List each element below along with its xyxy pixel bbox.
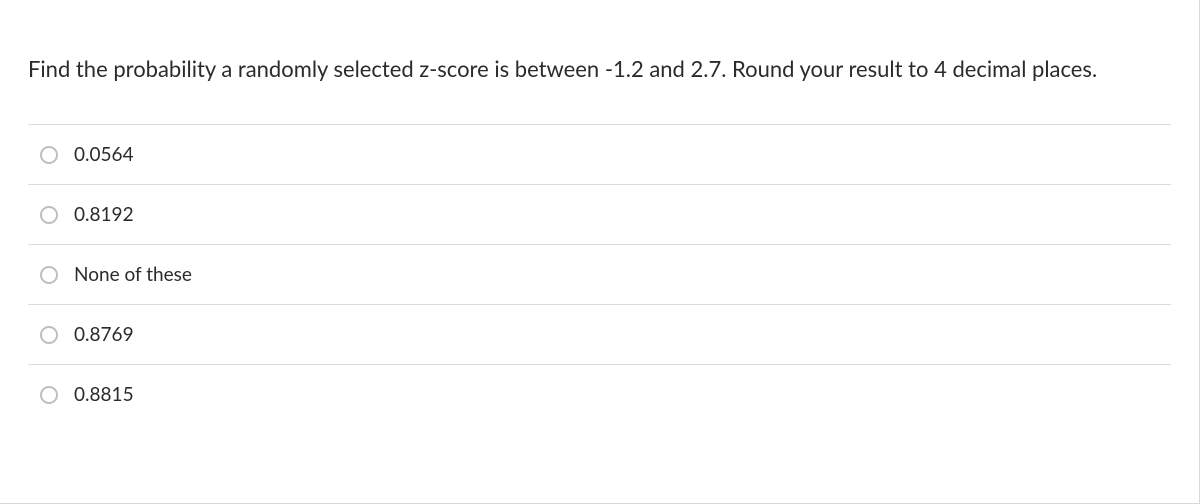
- options-list: 0.0564 0.8192 None of these 0.8769 0.881…: [28, 124, 1171, 424]
- option-row[interactable]: 0.8769: [28, 305, 1171, 365]
- radio-icon: [40, 266, 58, 284]
- radio-icon: [40, 386, 58, 404]
- radio-icon: [40, 146, 58, 164]
- option-row[interactable]: 0.8192: [28, 185, 1171, 245]
- question-container: Find the probability a randomly selected…: [0, 0, 1199, 424]
- option-label: 0.8769: [74, 323, 134, 346]
- option-row[interactable]: 0.0564: [28, 125, 1171, 185]
- option-label: None of these: [74, 263, 192, 286]
- option-label: 0.8815: [74, 383, 134, 406]
- option-row[interactable]: 0.8815: [28, 365, 1171, 424]
- option-label: 0.0564: [74, 143, 134, 166]
- question-text: Find the probability a randomly selected…: [28, 52, 1171, 86]
- radio-icon: [40, 206, 58, 224]
- option-row[interactable]: None of these: [28, 245, 1171, 305]
- radio-icon: [40, 326, 58, 344]
- option-label: 0.8192: [74, 203, 134, 226]
